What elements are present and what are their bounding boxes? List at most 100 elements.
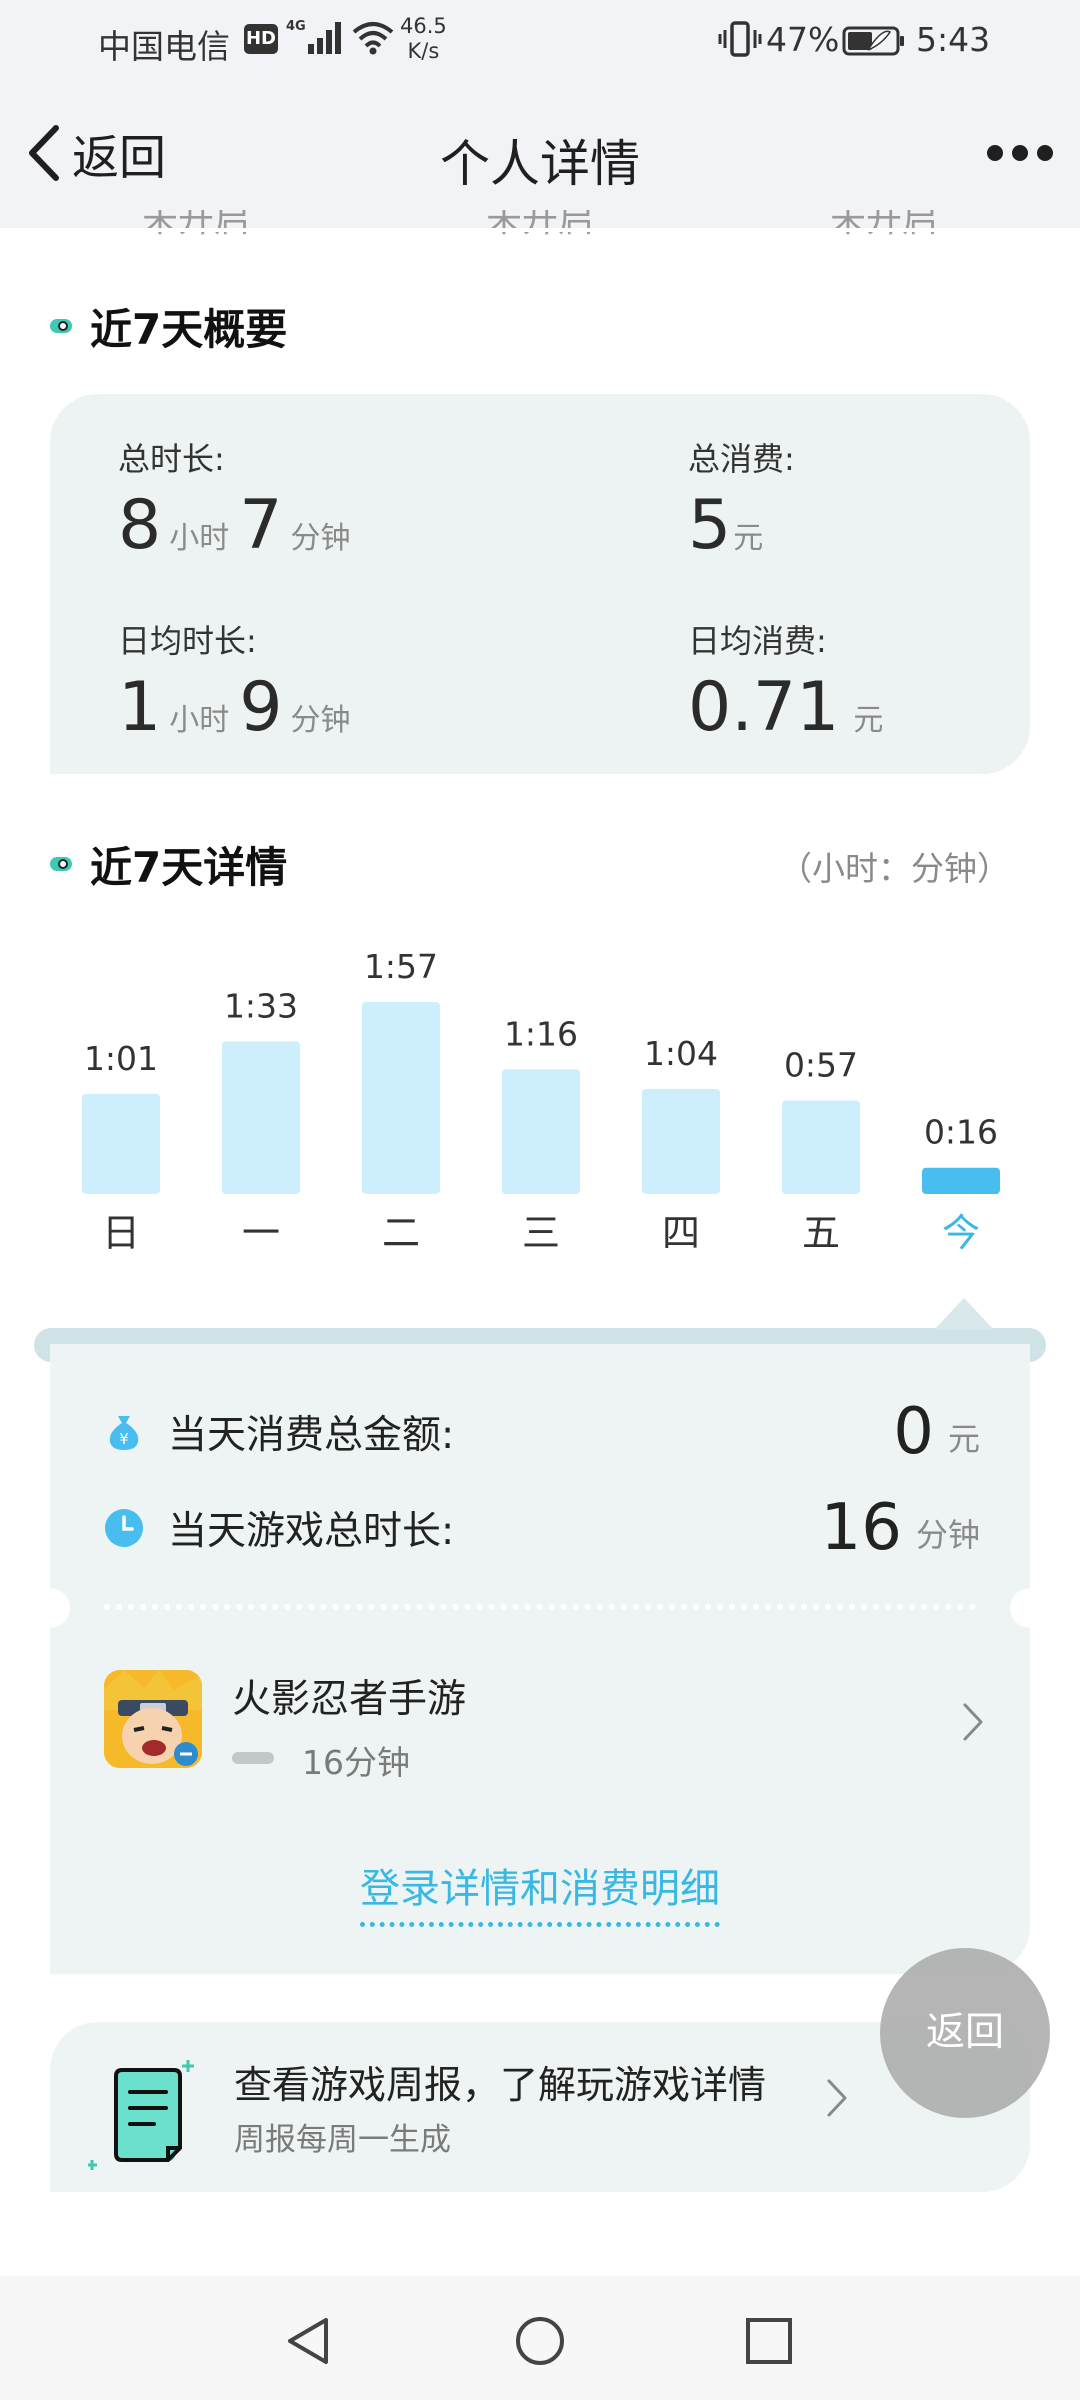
status-bar: 中国电信 HD 4G 46.5 K/s 47% 5:43 [0, 0, 1080, 80]
clock-icon [105, 1509, 143, 1547]
day-tick-label[interactable]: 四 [662, 1211, 700, 1255]
clock: 5:43 [916, 20, 991, 59]
total-spend-stat: 总消费: 5 元 [688, 434, 795, 565]
day-tick-label[interactable]: 三 [522, 1211, 560, 1255]
day-time-row: 当天游戏总时长: 16 分钟 [104, 1488, 980, 1568]
chart-bar[interactable] [362, 1002, 440, 1194]
chart-bar[interactable] [222, 1041, 300, 1194]
battery-icon [842, 26, 904, 56]
stat-label: 总消费: [688, 440, 795, 478]
game-row[interactable]: 火影忍者手游 16分钟 [104, 1668, 984, 1782]
page-title: 个人详情 [440, 135, 640, 193]
day-time-value: 16 [820, 1491, 902, 1565]
system-nav-bar [0, 2276, 1080, 2400]
game-icon [104, 1670, 202, 1768]
section-bullet-icon [50, 857, 72, 871]
money-bag-icon: ¥ [109, 1416, 139, 1450]
day-spend-value: 0 [893, 1395, 934, 1469]
login-spend-detail-link: 登录详情和消费明细 [0, 1856, 1080, 1927]
report-title: 查看游戏周报，了解玩游戏详情 [234, 2063, 767, 2107]
battery-percent: 47% [766, 20, 840, 59]
stat-label: 日均消费: [688, 622, 827, 660]
header-shadow [0, 228, 1080, 232]
nav-back-triangle-icon[interactable] [282, 2314, 336, 2368]
hd-badge: HD [244, 24, 278, 54]
nav-home-circle-icon[interactable] [513, 2314, 567, 2368]
chevron-right-icon [963, 1703, 983, 1741]
avg-spend-stat: 日均消费: 0.71 元 [688, 616, 893, 747]
bar-value-label: 1:57 [364, 947, 438, 986]
total-time-stat: 总时长: 8 小时 7 分钟 [118, 434, 361, 565]
summary-section-header: 近7天概要 [50, 296, 287, 356]
day-time-unit: 分钟 [915, 1516, 980, 1554]
bar-value-label: 1:33 [224, 986, 298, 1025]
stat-label: 总时长: [118, 440, 225, 478]
nav-bar: 返回 个人详情 [0, 80, 1080, 228]
day-tick-label[interactable]: 五 [802, 1211, 840, 1255]
selection-pointer [934, 1298, 994, 1330]
network-speed-unit: K/s [407, 39, 440, 63]
remnant-text: 未开启 [141, 210, 250, 238]
more-options-icon[interactable] [985, 138, 1055, 168]
day-spend-row: ¥ 当天消费总金额: 0 元 [104, 1392, 980, 1472]
remnant-text: 未开启 [485, 210, 594, 238]
day-tick-label[interactable]: 日 [102, 1211, 140, 1255]
stat-minutes: 9 [239, 668, 283, 747]
wifi-icon [352, 22, 394, 55]
details-section-header: 近7天详情 [50, 834, 287, 894]
stat-unit: 元 [853, 703, 884, 738]
report-document-icon [88, 2060, 194, 2170]
stat-minute-unit: 分钟 [290, 703, 351, 738]
summary-card: 总时长: 8 小时 7 分钟 总消费: 5 元 日均时长: 1 小时 9 分钟 … [50, 394, 1030, 774]
bar-value-label: 0:57 [784, 1045, 858, 1084]
nav-recents-square-icon[interactable] [742, 2314, 796, 2368]
day-tick-label[interactable]: 今 [942, 1211, 980, 1255]
chart-bar[interactable] [922, 1167, 1000, 1194]
stat-label: 日均时长: [118, 622, 257, 660]
stat-hours: 1 [118, 668, 162, 747]
avg-time-stat: 日均时长: 1 小时 9 分钟 [118, 616, 361, 747]
chart-bar[interactable] [502, 1069, 580, 1194]
top-bar: 中国电信 HD 4G 46.5 K/s 47% 5:43 返回 个人详情 [0, 0, 1080, 228]
chart-bar[interactable] [642, 1088, 720, 1194]
stat-minute-unit: 分钟 [290, 521, 351, 556]
vibrate-icon [718, 21, 762, 57]
day-tick-label[interactable]: 二 [382, 1211, 420, 1255]
section-title: 近7天概要 [90, 304, 288, 354]
stat-hours: 8 [118, 486, 162, 565]
chevron-right-icon [827, 2079, 847, 2117]
stat-minutes: 7 [239, 486, 283, 565]
game-duration: 16分钟 [302, 1743, 410, 1782]
dotted-divider [104, 1604, 976, 1610]
svg-text:¥: ¥ [119, 1430, 129, 1448]
game-avatar [104, 1670, 202, 1768]
section-title: 近7天详情 [90, 842, 288, 892]
carrier-name: 中国电信 [98, 27, 230, 66]
bar-value-label: 0:16 [924, 1113, 998, 1152]
day-spend-unit: 元 [947, 1420, 980, 1458]
svg-text:4G: 4G [286, 19, 306, 34]
network-speed: 46.5 K/s [400, 14, 447, 64]
stat-hour-unit: 小时 [169, 703, 230, 738]
chart-bar[interactable] [782, 1100, 860, 1194]
card-notch [30, 1588, 70, 1628]
section-bullet-icon [50, 319, 72, 333]
unit-note: （小时：分钟） [779, 849, 1010, 888]
duration-bar [232, 1752, 274, 1764]
card-notch [1010, 1588, 1050, 1628]
stat-value: 0.71 [688, 668, 840, 747]
day-time-label: 当天游戏总时长: [168, 1509, 455, 1554]
game-name: 火影忍者手游 [232, 1677, 467, 1722]
stat-unit: 元 [733, 521, 764, 556]
day-tick-label[interactable]: 一 [242, 1211, 280, 1255]
chart-bar[interactable] [82, 1093, 160, 1194]
signal-icon: 4G [286, 19, 341, 54]
floating-back-button[interactable]: 返回 [880, 1948, 1050, 2118]
bar-value-label: 1:01 [84, 1039, 158, 1078]
bar-value-label: 1:16 [504, 1014, 578, 1053]
day-spend-label: 当天消费总金额: [168, 1413, 455, 1458]
remnant-text: 未开启 [829, 210, 938, 238]
detail-link-text[interactable]: 登录详情和消费明细 [360, 1856, 720, 1927]
network-speed-value: 46.5 [400, 14, 447, 38]
bar-value-label: 1:04 [644, 1034, 718, 1073]
